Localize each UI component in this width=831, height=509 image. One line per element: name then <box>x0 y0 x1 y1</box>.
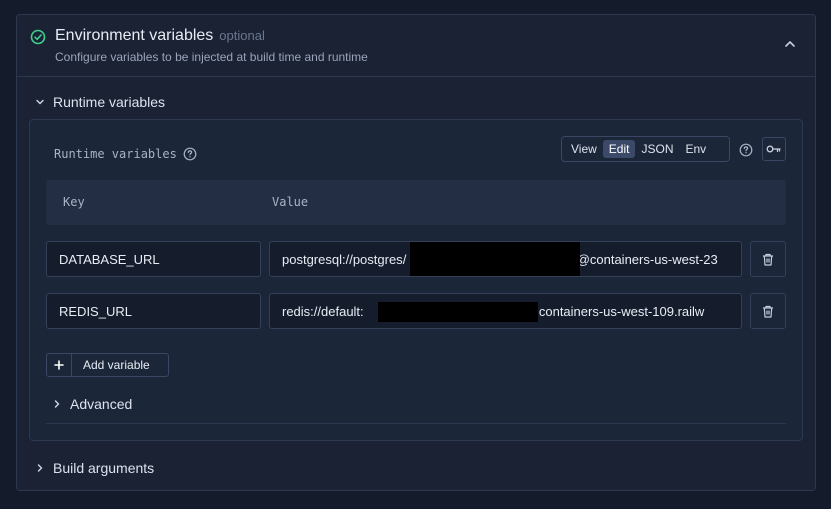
key-button[interactable] <box>762 137 786 161</box>
key-column-header: Key <box>63 195 85 209</box>
variable-key-input[interactable]: REDIS_URL <box>46 293 261 329</box>
delete-button[interactable] <box>750 241 786 277</box>
trash-icon <box>763 253 773 266</box>
runtime-variables-label: Runtime variables <box>53 94 166 110</box>
mode-json-button[interactable]: JSON <box>635 140 679 158</box>
environment-variables-panel: Environment variables optional Configure … <box>16 14 816 491</box>
divider <box>46 423 786 424</box>
variable-value-input[interactable]: redis://default: @containers-us-west-109.… <box>269 293 742 329</box>
redacted-block <box>378 302 538 322</box>
variable-key-input[interactable]: DATABASE_URL <box>46 241 261 277</box>
editor-title-text: Runtime variables <box>54 147 177 161</box>
chevron-right-icon <box>54 400 60 408</box>
plus-icon <box>47 354 72 376</box>
check-circle-icon <box>30 29 46 45</box>
mode-edit-button[interactable]: Edit <box>602 140 636 158</box>
build-arguments-toggle[interactable]: Build arguments <box>35 460 154 476</box>
value-column-header: Value <box>272 195 309 209</box>
value-suffix: @containers-us-west-23 <box>576 252 718 267</box>
advanced-label: Advanced <box>70 396 133 412</box>
runtime-variables-editor: Runtime variables View Edit JSON Env Key… <box>29 119 803 441</box>
trash-icon <box>763 305 773 318</box>
add-variable-label: Add variable <box>83 358 150 372</box>
chevron-right-icon <box>37 464 43 472</box>
value-suffix: @containers-us-west-109.railw <box>525 304 705 319</box>
panel-subtitle: Configure variables to be injected at bu… <box>55 50 368 64</box>
mode-env-button[interactable]: Env <box>680 140 713 158</box>
variables-table-header: Key Value <box>46 180 786 225</box>
chevron-up-icon[interactable] <box>783 37 797 51</box>
mode-help-icon[interactable] <box>739 143 753 157</box>
build-arguments-label: Build arguments <box>53 460 155 476</box>
help-icon[interactable] <box>183 147 197 161</box>
mode-view-button[interactable]: View <box>565 140 603 158</box>
mode-switcher: View Edit JSON Env <box>561 136 730 162</box>
panel-title-text: Environment variables <box>55 27 214 44</box>
panel-title: Environment variables optional <box>55 27 265 45</box>
variable-row: DATABASE_URL postgresql://postgres/@cont… <box>46 241 786 277</box>
editor-title: Runtime variables <box>54 147 197 161</box>
redacted-block <box>410 242 580 276</box>
add-variable-button[interactable]: Add variable <box>46 353 169 377</box>
panel-header[interactable]: Environment variables optional Configure … <box>17 15 815 77</box>
key-icon <box>766 145 781 153</box>
runtime-variables-toggle[interactable]: Runtime variables <box>35 92 165 112</box>
advanced-toggle[interactable]: Advanced <box>52 396 132 412</box>
value-prefix: redis://default: <box>282 304 364 319</box>
delete-button[interactable] <box>750 293 786 329</box>
variable-value-input[interactable]: postgresql://postgres/@containers-us-wes… <box>269 241 742 277</box>
chevron-down-icon <box>36 99 44 105</box>
optional-tag: optional <box>219 28 265 43</box>
variable-row: REDIS_URL redis://default: @containers-us… <box>46 293 786 329</box>
value-prefix: postgresql://postgres <box>282 252 403 267</box>
